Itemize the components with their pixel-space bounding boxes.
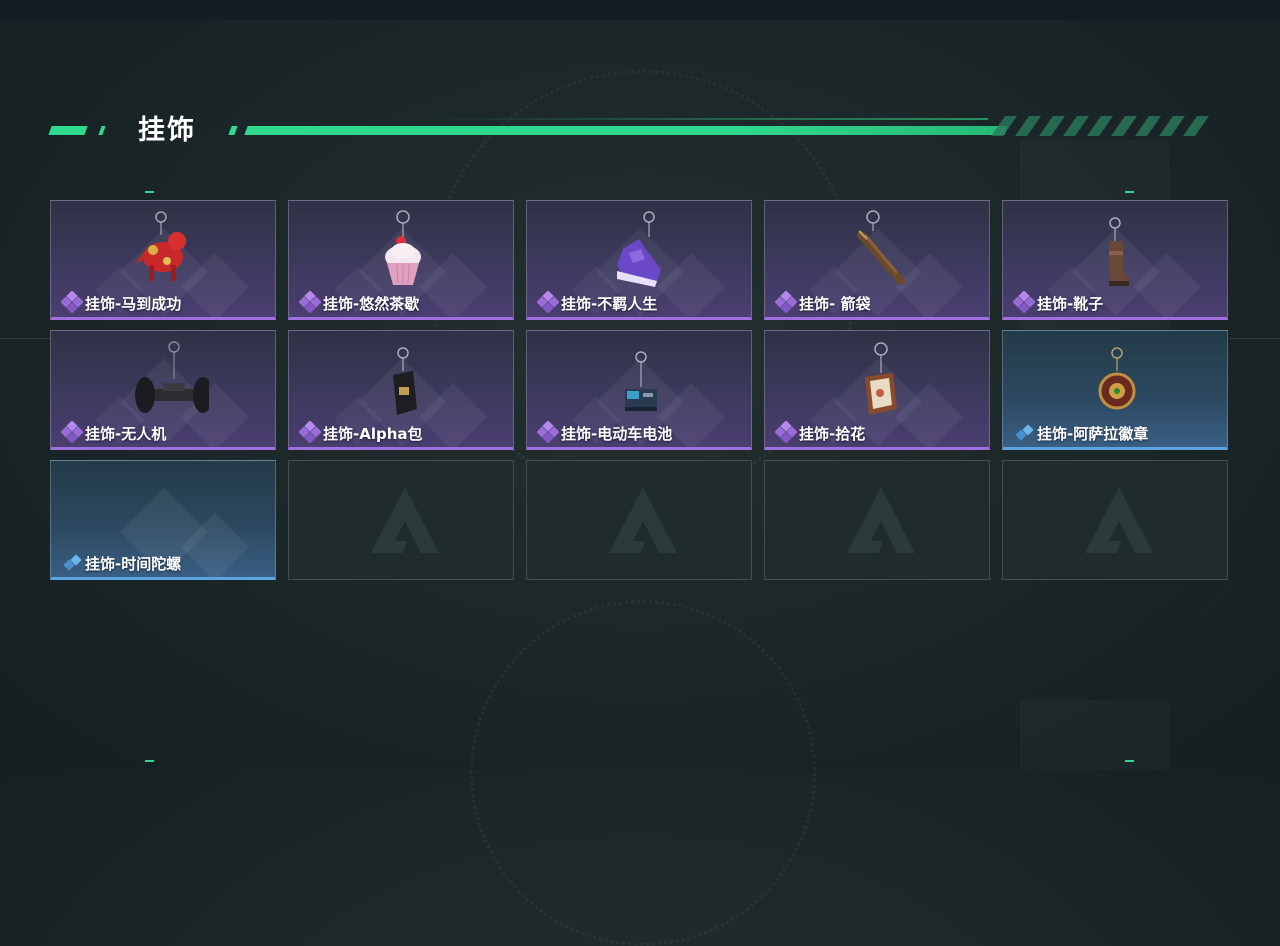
corner-tick xyxy=(145,191,154,193)
header-accent-bar xyxy=(228,126,238,135)
header-checker-pattern xyxy=(990,116,1216,136)
game-logo-watermark-icon xyxy=(1085,487,1153,553)
purple-rarity-icon xyxy=(299,291,321,313)
game-logo-watermark-icon xyxy=(847,487,915,553)
item-card[interactable]: 挂饰-马到成功 xyxy=(50,200,276,320)
item-label: 挂饰-时间陀螺 xyxy=(85,555,182,573)
purple-rarity-icon xyxy=(537,291,559,313)
alpha-bag-charm-icon xyxy=(393,347,417,415)
purple-rarity-icon xyxy=(61,291,83,313)
item-label: 挂饰-拾花 xyxy=(799,425,866,443)
item-card[interactable]: 挂饰-Alpha包 xyxy=(288,330,514,450)
item-label: 挂饰-无人机 xyxy=(85,425,167,443)
background-ring xyxy=(470,600,816,946)
side-line xyxy=(0,338,50,339)
badge-charm-icon xyxy=(1098,347,1136,410)
item-label: 挂饰-Alpha包 xyxy=(323,425,423,443)
item-card[interactable]: 挂饰-无人机 xyxy=(50,330,276,450)
header-accent-bar xyxy=(98,126,106,135)
purple-rarity-icon xyxy=(299,421,321,443)
purple-rarity-icon xyxy=(1013,291,1035,313)
purple-rarity-icon xyxy=(775,421,797,443)
top-bar xyxy=(0,0,1280,20)
corner-tick xyxy=(1125,760,1134,762)
item-card[interactable]: 挂饰-电动车电池 xyxy=(526,330,752,450)
blue-rarity-icon xyxy=(1015,424,1034,441)
background-shape xyxy=(1020,700,1170,770)
header-thin-line xyxy=(428,118,988,120)
item-label: 挂饰-电动车电池 xyxy=(561,425,673,443)
item-label: 挂饰-悠然茶歇 xyxy=(323,295,420,313)
side-line xyxy=(1230,338,1280,339)
item-label: 挂饰-不羁人生 xyxy=(561,295,658,313)
sneaker-charm-icon xyxy=(617,211,661,287)
header-accent-line xyxy=(244,126,1008,135)
boot-charm-icon xyxy=(1109,217,1129,286)
purple-rarity-icon xyxy=(61,421,83,443)
header-accent-bar xyxy=(48,126,88,135)
item-card[interactable]: 挂饰- 箭袋 xyxy=(764,200,990,320)
empty-slot xyxy=(526,460,752,580)
corner-tick xyxy=(1125,191,1134,193)
item-card[interactable]: 挂饰-时间陀螺 xyxy=(50,460,276,580)
red-horse-charm-icon xyxy=(135,211,186,281)
section-title: 挂饰 xyxy=(138,115,196,146)
empty-slot xyxy=(1002,460,1228,580)
game-logo-watermark-icon xyxy=(609,487,677,553)
empty-slot xyxy=(764,460,990,580)
item-label: 挂饰- 箭袋 xyxy=(799,295,871,313)
blue-rarity-icon xyxy=(63,554,82,571)
flower-frame-charm-icon xyxy=(865,342,897,415)
section-header: 挂饰 xyxy=(48,108,1216,148)
item-card[interactable]: 挂饰-靴子 xyxy=(1002,200,1228,320)
corner-tick xyxy=(145,760,154,762)
empty-slot xyxy=(288,460,514,580)
purple-rarity-icon xyxy=(775,291,797,313)
quiver-charm-icon xyxy=(857,210,905,285)
item-label: 挂饰-靴子 xyxy=(1037,295,1104,313)
cupcake-charm-icon xyxy=(385,210,421,285)
item-card[interactable]: 挂饰-拾花 xyxy=(764,330,990,450)
game-logo-watermark-icon xyxy=(371,487,439,553)
item-card[interactable]: 挂饰-不羁人生 xyxy=(526,200,752,320)
item-card[interactable]: 挂饰-悠然茶歇 xyxy=(288,200,514,320)
drone-charm-icon xyxy=(135,341,209,413)
item-label: 挂饰-阿萨拉徽章 xyxy=(1037,425,1149,443)
purple-rarity-icon xyxy=(537,421,559,443)
item-label: 挂饰-马到成功 xyxy=(85,295,182,313)
item-card[interactable]: 挂饰-阿萨拉徽章 xyxy=(1002,330,1228,450)
battery-charm-icon xyxy=(625,351,657,411)
